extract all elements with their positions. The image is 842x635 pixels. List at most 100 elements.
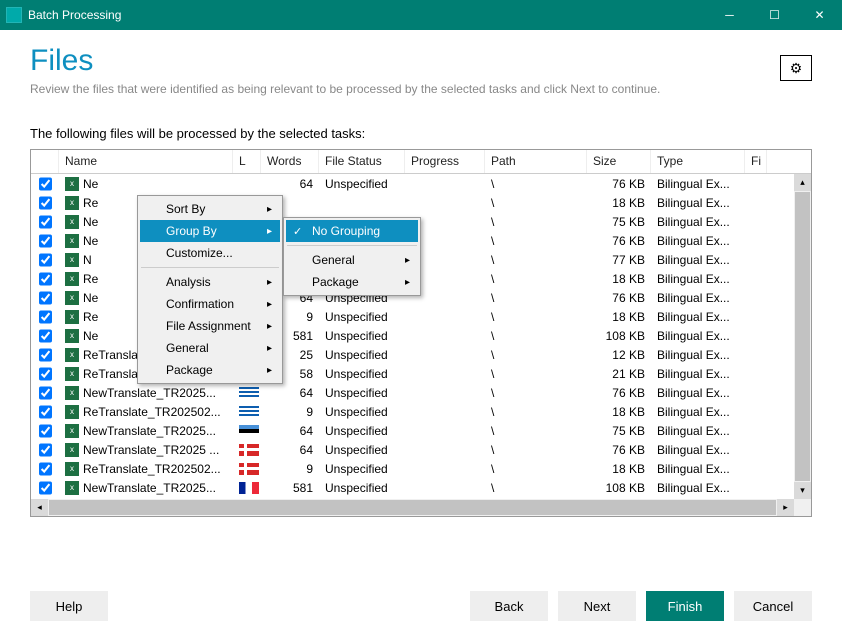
row-checkbox[interactable] [39,481,52,495]
vertical-scrollbar[interactable]: ▴ ▾ [794,174,811,499]
cell-type: Bilingual Ex... [651,367,745,381]
menu-file-assignment[interactable]: File Assignment [140,315,280,337]
scroll-up-arrow[interactable]: ▴ [794,174,811,191]
row-checkbox[interactable] [39,329,52,343]
cell-type: Bilingual Ex... [651,405,745,419]
row-checkbox[interactable] [39,348,52,362]
excel-icon: x [65,348,79,362]
flag-icon [239,425,259,437]
col-progress[interactable]: Progress [405,150,485,173]
row-checkbox[interactable] [39,405,52,419]
menu-customize[interactable]: Customize... [140,242,280,264]
row-checkbox[interactable] [39,253,52,267]
excel-icon: x [65,196,79,210]
cell-lang [233,481,261,495]
flag-icon [239,444,259,456]
table-row[interactable]: xNewTranslate_TR2025...64Unspecified\75 … [31,421,794,440]
row-checkbox[interactable] [39,424,52,438]
minimize-button[interactable]: ─ [707,0,752,30]
cancel-button[interactable]: Cancel [734,591,812,621]
row-checkbox[interactable] [39,234,52,248]
cell-path: \ [485,310,587,324]
excel-icon: x [65,481,79,495]
row-checkbox[interactable] [39,291,52,305]
settings-button[interactable]: ⚙ [780,55,812,81]
cell-type: Bilingual Ex... [651,234,745,248]
cell-type: Bilingual Ex... [651,424,745,438]
cell-path: \ [485,291,587,305]
cell-path: \ [485,196,587,210]
row-checkbox[interactable] [39,196,52,210]
col-checkbox[interactable] [31,150,59,173]
col-status[interactable]: File Status [319,150,405,173]
row-checkbox[interactable] [39,310,52,324]
col-fi[interactable]: Fi [745,150,767,173]
cell-status: Unspecified [319,443,405,457]
submenu-general[interactable]: General [286,249,418,271]
cell-size: 18 KB [587,196,651,210]
table-row[interactable]: xReTranslate_TR202502...9Unspecified\18 … [31,459,794,478]
cell-status: Unspecified [319,329,405,343]
menu-group-by[interactable]: Group By [140,220,280,242]
cell-path: \ [485,481,587,495]
cell-status: Unspecified [319,348,405,362]
excel-icon: x [65,177,79,191]
excel-icon: x [65,386,79,400]
help-button[interactable]: Help [30,591,108,621]
row-checkbox[interactable] [39,443,52,457]
row-checkbox[interactable] [39,215,52,229]
cell-size: 76 KB [587,443,651,457]
excel-icon: x [65,215,79,229]
cell-size: 12 KB [587,348,651,362]
excel-icon: x [65,329,79,343]
menu-sort-by[interactable]: Sort By [140,198,280,220]
col-size[interactable]: Size [587,150,651,173]
scroll-thumb-horizontal[interactable] [49,500,776,515]
scroll-down-arrow[interactable]: ▾ [794,482,811,499]
next-button[interactable]: Next [558,591,636,621]
table-row[interactable]: xNe64Unspecified\76 KBBilingual Ex... [31,174,794,193]
maximize-button[interactable]: ☐ [752,0,797,30]
row-checkbox[interactable] [39,367,52,381]
cell-type: Bilingual Ex... [651,481,745,495]
cell-name: xReTranslate_TR202502... [59,405,233,419]
cell-size: 76 KB [587,177,651,191]
menu-confirmation[interactable]: Confirmation [140,293,280,315]
table-row[interactable]: xNewTranslate_TR2025 ...64Unspecified\76… [31,440,794,459]
finish-button[interactable]: Finish [646,591,724,621]
cell-size: 77 KB [587,253,651,267]
cell-type: Bilingual Ex... [651,386,745,400]
horizontal-scrollbar[interactable]: ◂ ▸ [31,499,794,516]
col-name[interactable]: Name [59,150,233,173]
cell-words: 581 [261,481,319,495]
cell-path: \ [485,443,587,457]
cell-type: Bilingual Ex... [651,443,745,457]
submenu-no-grouping[interactable]: No Grouping [286,220,418,242]
table-row[interactable]: xNewTranslate_TR2025...64Unspecified\76 … [31,383,794,402]
back-button[interactable]: Back [470,591,548,621]
col-path[interactable]: Path [485,150,587,173]
menu-analysis[interactable]: Analysis [140,271,280,293]
row-checkbox[interactable] [39,386,52,400]
row-checkbox[interactable] [39,177,52,191]
menu-general[interactable]: General [140,337,280,359]
table-row[interactable]: xReTranslate_TR202502...9Unspecified\18 … [31,402,794,421]
cell-words: 64 [261,424,319,438]
row-checkbox[interactable] [39,462,52,476]
row-checkbox[interactable] [39,272,52,286]
col-lang[interactable]: L [233,150,261,173]
col-words[interactable]: Words [261,150,319,173]
close-button[interactable]: ✕ [797,0,842,30]
cell-type: Bilingual Ex... [651,196,745,210]
menu-package[interactable]: Package [140,359,280,381]
cell-type: Bilingual Ex... [651,310,745,324]
table-row[interactable]: xNewTranslate_TR2025...581Unspecified\10… [31,478,794,497]
cell-type: Bilingual Ex... [651,348,745,362]
submenu-package[interactable]: Package [286,271,418,293]
cell-size: 18 KB [587,462,651,476]
excel-icon: x [65,424,79,438]
col-type[interactable]: Type [651,150,745,173]
scroll-thumb-vertical[interactable] [795,192,810,481]
scroll-right-arrow[interactable]: ▸ [777,499,794,516]
scroll-left-arrow[interactable]: ◂ [31,499,48,516]
